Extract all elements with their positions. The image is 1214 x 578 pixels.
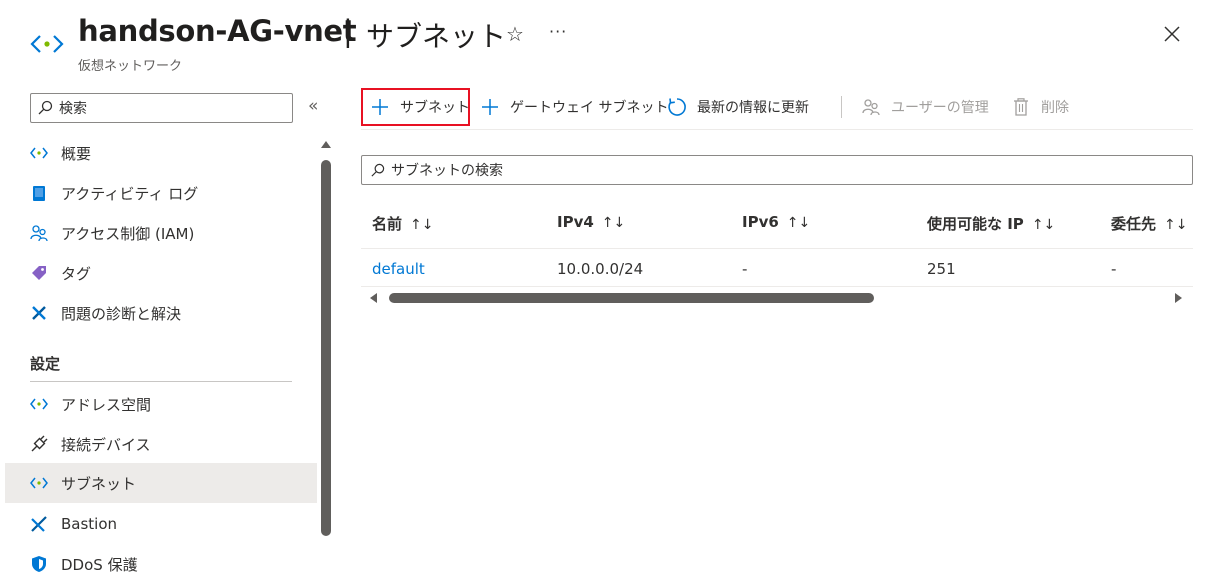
close-icon[interactable] xyxy=(1160,22,1184,46)
bastion-icon xyxy=(30,515,48,533)
sidebar-item-bastion[interactable]: Bastion xyxy=(5,504,317,544)
cell-ipv4: 10.0.0.0/24 xyxy=(557,260,644,278)
subnet-search-input[interactable]: サブネットの検索 xyxy=(361,155,1193,185)
column-header-available-ips[interactable]: 使用可能な IP ↑↓ xyxy=(927,213,1055,234)
column-header-ipv4[interactable]: IPv4 ↑↓ xyxy=(557,213,625,231)
subnet-name-link[interactable]: default xyxy=(372,260,425,278)
vnet-icon xyxy=(30,144,48,162)
collapse-sidebar-button[interactable]: « xyxy=(308,96,318,116)
sidebar-item-label: アドレス空間 xyxy=(61,395,152,414)
plus-icon xyxy=(482,99,498,115)
table-header-divider xyxy=(361,248,1193,249)
sidebar-search-placeholder: 検索 xyxy=(59,101,87,117)
sort-icon: ↑↓ xyxy=(786,215,811,231)
sidebar-item-label: アクセス制御 (IAM) xyxy=(61,224,195,243)
scroll-left-arrow-icon[interactable] xyxy=(370,293,377,303)
sidebar-item-address-space[interactable]: アドレス空間 xyxy=(5,384,317,424)
column-header-delegation[interactable]: 委任先 ↑↓ xyxy=(1111,213,1187,234)
sidebar-search-input[interactable]: 検索 xyxy=(30,93,293,123)
search-icon xyxy=(38,100,53,115)
cell-available-ips: 251 xyxy=(927,260,956,278)
refresh-icon xyxy=(668,98,686,116)
sidebar-item-activity-log[interactable]: アクティビティ ログ xyxy=(5,173,317,213)
delete-button[interactable]: 削除 xyxy=(1013,88,1069,126)
toolbar-divider xyxy=(841,96,842,118)
sort-icon: ↑↓ xyxy=(1031,217,1056,233)
sidebar-item-tags[interactable]: タグ xyxy=(5,253,317,293)
sidebar-item-label: 概要 xyxy=(61,144,92,163)
sidebar-item-label: タグ xyxy=(61,264,92,283)
resource-type: 仮想ネットワーク xyxy=(78,59,183,74)
sort-icon: ↑↓ xyxy=(410,217,434,233)
manage-users-button[interactable]: ユーザーの管理 xyxy=(861,88,989,126)
cell-delegation: - xyxy=(1111,260,1117,278)
page-title: サブネット xyxy=(366,20,507,53)
delete-label: 削除 xyxy=(1041,100,1069,116)
refresh-label: 最新の情報に更新 xyxy=(697,100,809,116)
column-header-name[interactable]: 名前 ↑↓ xyxy=(372,213,433,234)
sidebar-item-subnets[interactable]: サブネット xyxy=(5,463,317,503)
sidebar-item-label: 問題の診断と解決 xyxy=(61,304,182,323)
sort-icon: ↑↓ xyxy=(601,215,626,231)
sidebar-item-connected-devices[interactable]: 接続デバイス xyxy=(5,424,317,464)
vnet-icon xyxy=(30,35,64,53)
sidebar-item-label: Bastion xyxy=(61,515,118,533)
table-horizontal-scrollbar-thumb[interactable] xyxy=(389,293,874,303)
sidebar-item-label: 接続デバイス xyxy=(61,435,151,454)
sidebar-item-label: サブネット xyxy=(61,474,137,493)
sidebar-item-label: アクティビティ ログ xyxy=(61,184,199,203)
scroll-up-arrow-icon[interactable] xyxy=(321,141,331,148)
sidebar-item-diagnose[interactable]: 問題の診断と解決 xyxy=(5,293,317,333)
plug-icon xyxy=(30,435,48,453)
title-separator: | xyxy=(343,14,353,48)
search-icon xyxy=(371,163,385,177)
scroll-right-arrow-icon[interactable] xyxy=(1175,293,1182,303)
vnet-icon xyxy=(30,474,48,492)
sidebar-item-label: DDoS 保護 xyxy=(61,555,138,574)
resource-name: handson-AG-vnet xyxy=(78,14,357,48)
settings-section-label: 設定 xyxy=(30,355,61,373)
more-options-icon[interactable]: ··· xyxy=(549,22,567,41)
wrench-icon xyxy=(30,304,48,322)
favorite-star-icon[interactable]: ☆ xyxy=(506,22,524,46)
add-subnet-highlight xyxy=(361,88,470,126)
sidebar-scrollbar-thumb[interactable] xyxy=(321,160,331,536)
column-header-ipv6[interactable]: IPv6 ↑↓ xyxy=(742,213,810,231)
table-row-divider xyxy=(361,286,1193,287)
section-divider xyxy=(30,381,292,382)
refresh-button[interactable]: 最新の情報に更新 xyxy=(667,88,809,126)
tag-icon xyxy=(30,264,48,282)
sidebar-item-ddos[interactable]: DDoS 保護 xyxy=(5,544,317,578)
sidebar-item-overview[interactable]: 概要 xyxy=(5,133,317,173)
manage-users-label: ユーザーの管理 xyxy=(891,100,989,116)
subnet-search-placeholder: サブネットの検索 xyxy=(391,163,503,179)
trash-icon xyxy=(1014,98,1028,116)
toolbar-divider-line xyxy=(361,129,1193,130)
shield-icon xyxy=(30,555,48,573)
cell-ipv6: - xyxy=(742,260,748,278)
add-gateway-subnet-button[interactable]: ゲートウェイ サブネット xyxy=(482,88,668,126)
add-gateway-subnet-label: ゲートウェイ サブネット xyxy=(510,100,669,116)
activity-log-icon xyxy=(30,184,48,202)
people-icon xyxy=(30,224,48,242)
sort-icon: ↑↓ xyxy=(1164,217,1188,233)
sidebar-item-iam[interactable]: アクセス制御 (IAM) xyxy=(5,213,317,253)
vnet-icon xyxy=(30,395,48,413)
people-icon xyxy=(862,99,880,116)
